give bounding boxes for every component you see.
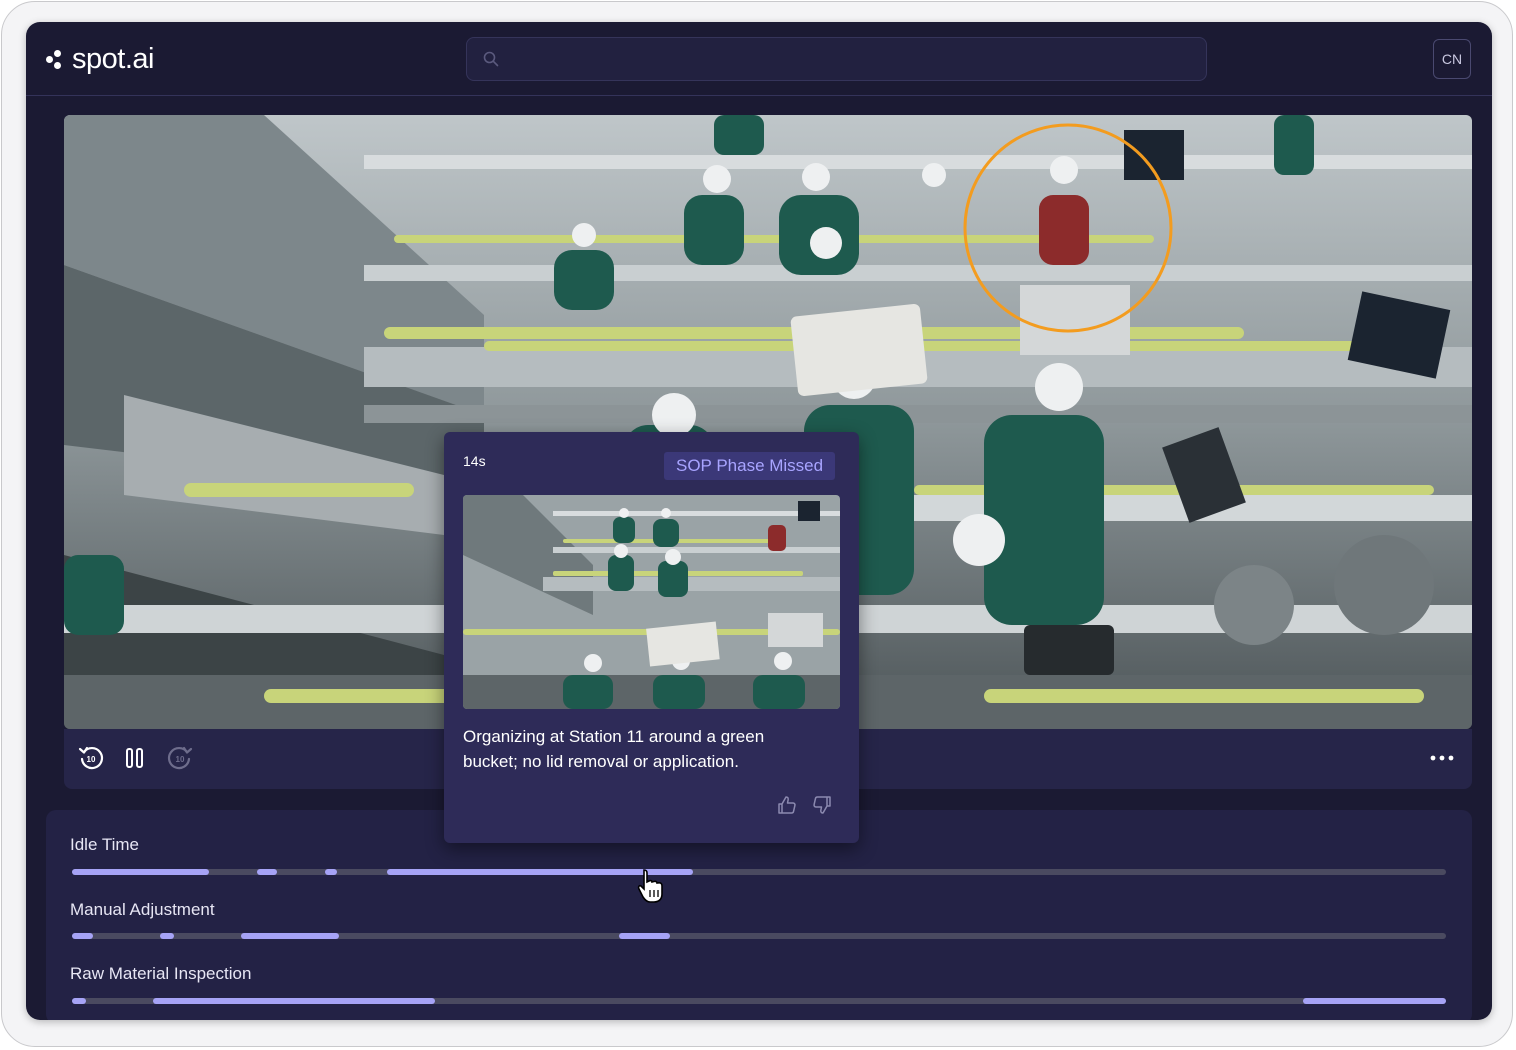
- timeline-segment[interactable]: [618, 933, 670, 939]
- pause-icon[interactable]: [120, 743, 150, 773]
- forward-10-icon[interactable]: 10: [165, 743, 195, 773]
- svg-text:10: 10: [176, 755, 185, 764]
- event-type-badge: SOP Phase Missed: [664, 452, 836, 480]
- thumbs-up-icon[interactable]: [776, 794, 798, 816]
- track-label: Manual Adjustment: [70, 900, 215, 919]
- timeline-segment[interactable]: [257, 869, 277, 875]
- svg-text:10: 10: [87, 755, 96, 764]
- search-bar[interactable]: [466, 37, 1207, 81]
- timeline-segment[interactable]: [1303, 998, 1446, 1004]
- top-bar: spot.ai CN: [26, 22, 1492, 96]
- event-description: Organizing at Station 11 around a green …: [463, 727, 765, 771]
- timeline-segment[interactable]: [72, 998, 86, 1004]
- timeline-segment[interactable]: [241, 933, 339, 939]
- event-thumbnail[interactable]: [463, 495, 840, 709]
- thumbs-down-icon[interactable]: [811, 794, 833, 816]
- more-icon[interactable]: [1427, 743, 1457, 773]
- search-icon: [483, 51, 499, 67]
- timeline-track-manual-adjustment[interactable]: [72, 933, 1446, 939]
- logo-text: spot.ai: [72, 42, 154, 75]
- event-timestamp: 14s: [463, 453, 486, 469]
- timeline-segment[interactable]: [159, 933, 174, 939]
- search-input[interactable]: [511, 46, 1195, 74]
- track-label: Raw Material Inspection: [70, 964, 252, 983]
- pointer-cursor-icon: [637, 869, 663, 903]
- timeline-segment[interactable]: [72, 869, 210, 875]
- app-window: spot.ai CN 10 10 Idle Time Manual Adjust…: [26, 22, 1492, 1020]
- logo-icon: [46, 48, 68, 70]
- timeline-segment[interactable]: [324, 869, 338, 875]
- track-label: Idle Time: [70, 835, 139, 854]
- timeline-track-idle-time[interactable]: [72, 869, 1446, 875]
- user-avatar-button[interactable]: CN: [1433, 39, 1471, 79]
- event-popup[interactable]: 14s SOP Phase Missed Organizing at Stati…: [444, 432, 859, 843]
- timeline-segment[interactable]: [153, 998, 435, 1004]
- rewind-10-icon[interactable]: 10: [76, 743, 106, 773]
- logo[interactable]: spot.ai: [46, 42, 154, 76]
- timeline-track-raw-material-inspection[interactable]: [72, 998, 1446, 1004]
- device-frame: spot.ai CN 10 10 Idle Time Manual Adjust…: [1, 1, 1513, 1047]
- timeline-segment[interactable]: [72, 933, 93, 939]
